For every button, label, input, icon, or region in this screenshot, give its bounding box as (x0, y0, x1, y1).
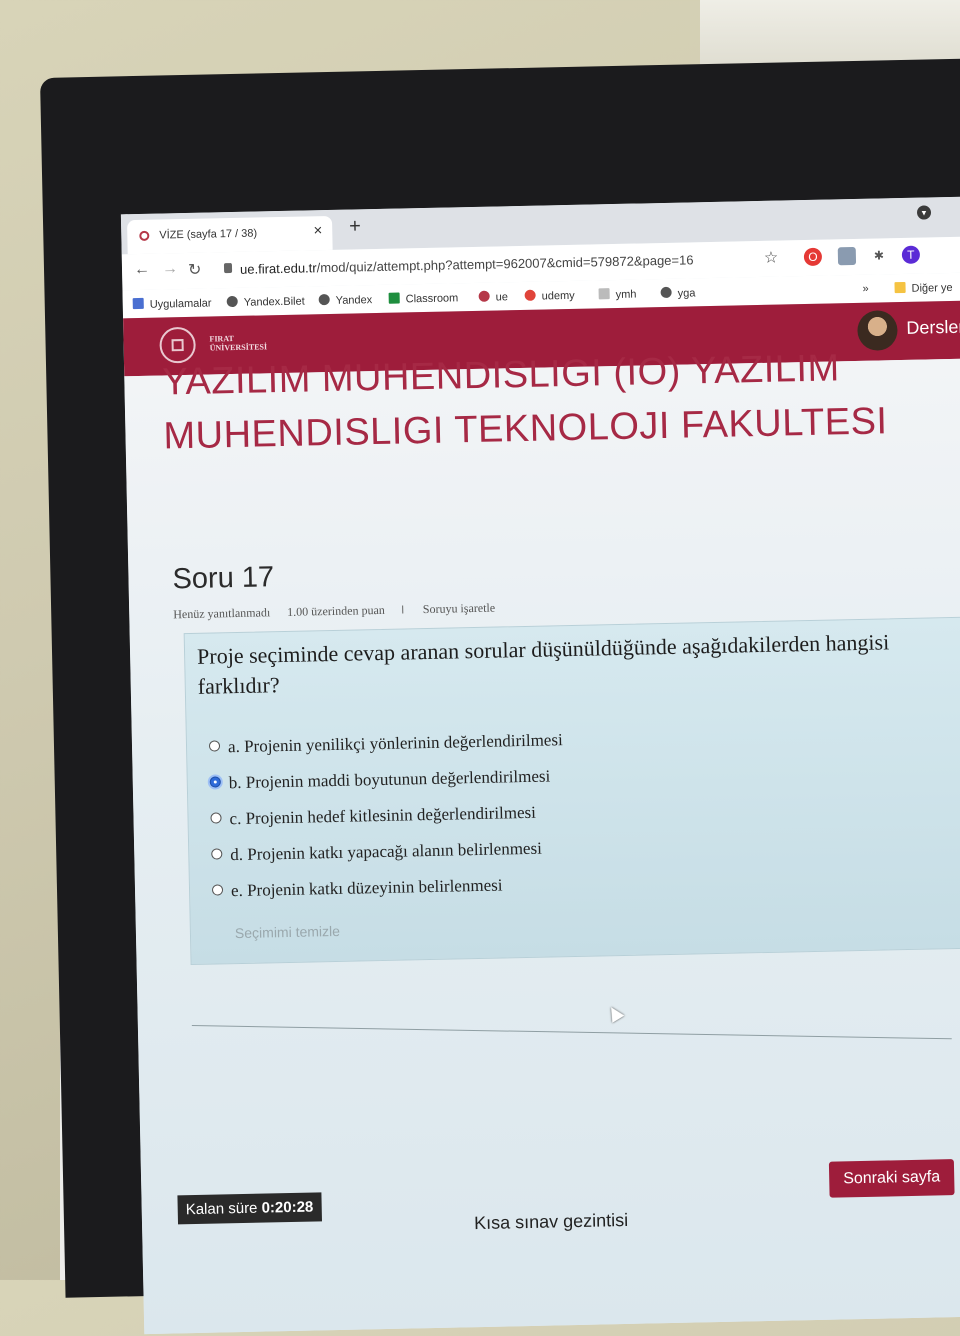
answer-status: Henüz yanıtlanmadı (173, 605, 271, 622)
option-label: e. Projenin katkı düzeyinin belirlenmesi (230, 875, 503, 901)
extension-opera-icon[interactable]: O (803, 247, 823, 267)
bookmarks-overflow[interactable]: » (862, 283, 868, 295)
next-page-button[interactable]: Sonraki sayfa (828, 1159, 955, 1198)
screen: VİZE (sayfa 17 / 38) × + ▾ – ← → ↻ ue.fi… (120, 195, 960, 1335)
bookmark-label: ymh (615, 288, 637, 301)
course-title: YAZILIM MUHENDISLIGI (IO) YAZILIM MUHEND… (161, 347, 888, 458)
answer-option-d[interactable]: d. Projenin katkı yapacağı alanın belirl… (211, 839, 542, 866)
bookmark-yandex[interactable]: Yandex (318, 293, 373, 307)
option-label: a. Projenin yenilikçi yönlerinin değerle… (227, 730, 563, 757)
bookmark-ymh[interactable]: ymh (598, 288, 637, 302)
option-label: b. Projenin maddi boyutunun değerlendiri… (228, 766, 551, 793)
puzzle-icon[interactable]: ✱ (870, 246, 888, 264)
browser-tab[interactable]: VİZE (sayfa 17 / 38) × (126, 215, 333, 255)
url-path: /mod/quiz/attempt.php?attempt=962007&cmi… (316, 252, 694, 276)
bookmark-label: yga (677, 287, 696, 300)
bookmark-label: Yandex.Bilet (243, 295, 305, 309)
bookmark-yandex-bilet[interactable]: Yandex.Bilet (226, 295, 305, 310)
answer-option-c[interactable]: c. Projenin hedef kitlesinin değerlendir… (210, 803, 536, 830)
url-host: ue.firat.edu.tr (239, 260, 317, 277)
mouse-cursor-icon (605, 1003, 625, 1023)
logo-text: FIRAT ÜNİVERSİTESİ (209, 333, 268, 353)
profile-avatar[interactable]: T (901, 245, 921, 264)
radio-button[interactable] (211, 848, 223, 860)
answer-option-a[interactable]: a. Projenin yenilikçi yönlerinin değerle… (208, 730, 563, 757)
bookmark-label: Diğer ye (911, 281, 953, 295)
tab-title: VİZE (sayfa 17 / 38) (159, 227, 258, 242)
bookmark-label: ue (495, 291, 509, 304)
folder-icon (894, 281, 906, 294)
close-tab-icon[interactable]: × (313, 222, 322, 239)
question-points: 1.00 üzerinden puan (287, 602, 385, 619)
quiz-navigation-link[interactable]: Kısa sınav gezintisi (474, 1210, 628, 1234)
apps-grid-icon (132, 297, 144, 310)
bookmark-apps[interactable]: Uygulamalar (132, 296, 212, 311)
globe-icon (660, 286, 672, 299)
flag-icon (401, 605, 409, 614)
favicon-icon (139, 230, 150, 241)
folder-icon (598, 288, 610, 300)
quiz-page: YAZILIM MUHENDISLIGI (IO) YAZILIM MUHEND… (124, 347, 960, 1335)
bookmark-yga[interactable]: yga (660, 286, 696, 300)
derslerim-link[interactable]: Derslerim (906, 316, 960, 339)
extension-icon[interactable] (837, 246, 857, 266)
radio-button[interactable] (210, 812, 222, 824)
question-box: Proje seçiminde cevap aranan sorular düş… (183, 616, 960, 966)
bookmark-label: Yandex (335, 294, 373, 307)
option-label: d. Projenin katkı yapacağı alanın belirl… (230, 838, 543, 865)
bookmark-classroom[interactable]: Classroom (388, 291, 459, 306)
quiz-timer: Kalan süre 0:20:28 (177, 1192, 322, 1225)
forward-icon[interactable]: → (162, 260, 178, 278)
option-label: c. Projenin hedef kitlesinin değerlendir… (229, 802, 537, 829)
timer-label: Kalan süre (185, 1199, 258, 1219)
udemy-icon (524, 289, 536, 301)
flag-label: Soruyu işaretle (422, 600, 496, 617)
question-info: Henüz yanıtlanmadı 1.00 üzerinden puan S… (173, 600, 523, 622)
tab-search-icon[interactable]: ▾ (916, 205, 932, 220)
globe-icon (318, 293, 330, 306)
answer-option-e[interactable]: e. Projenin katkı düzeyinin belirlenmesi (211, 875, 503, 901)
bookmark-ue[interactable]: ue (478, 290, 509, 304)
clear-choice-link[interactable]: Seçimimi temizle (235, 923, 340, 941)
bookmark-label: Uygulamalar (149, 297, 212, 311)
bookmark-label: Classroom (405, 292, 459, 306)
answer-option-b[interactable]: b. Projenin maddi boyutunun değerlendiri… (209, 766, 551, 793)
globe-icon (226, 295, 238, 308)
question-number: Soru 17 (172, 561, 275, 596)
back-icon[interactable]: ← (134, 261, 150, 279)
new-tab-button[interactable]: + (349, 215, 361, 238)
radio-button[interactable] (208, 740, 221, 752)
bookmark-star-icon[interactable]: ☆ (764, 248, 779, 268)
classroom-icon (388, 292, 400, 304)
radio-button[interactable] (211, 884, 224, 896)
radio-button-selected[interactable] (209, 776, 221, 788)
bookmark-other[interactable]: Diğer ye (894, 281, 953, 295)
lock-icon (223, 263, 233, 274)
reload-icon[interactable]: ↻ (188, 260, 202, 280)
bookmark-udemy[interactable]: udemy (524, 289, 575, 303)
timer-value: 0:20:28 (261, 1198, 314, 1217)
question-text: Proje seçiminde cevap aranan sorular düş… (196, 629, 890, 699)
address-bar[interactable]: ue.firat.edu.tr/mod/quiz/attempt.php?att… (240, 252, 694, 276)
flag-question-link[interactable]: Soruyu işaretle (401, 600, 510, 617)
ue-icon (478, 290, 490, 302)
monitor-bezel: VİZE (sayfa 17 / 38) × + ▾ – ← → ↻ ue.fi… (40, 58, 960, 1335)
divider (191, 1025, 952, 1040)
bookmark-label: udemy (541, 289, 575, 303)
